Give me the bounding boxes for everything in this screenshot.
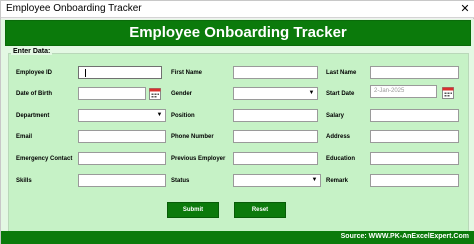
education-label: Education bbox=[326, 156, 356, 162]
skills-field[interactable] bbox=[78, 174, 166, 187]
previous-employer-label: Previous Employer bbox=[171, 156, 226, 162]
department-dropdown[interactable]: ▼ bbox=[78, 109, 166, 122]
last-name-label: Last Name bbox=[326, 70, 357, 76]
employee-id-field[interactable] bbox=[78, 66, 162, 79]
salary-field[interactable] bbox=[370, 109, 459, 122]
email-field[interactable] bbox=[78, 130, 166, 143]
status-label: Status bbox=[171, 178, 190, 184]
employee-id-label: Employee ID bbox=[16, 70, 53, 76]
submit-button[interactable]: Submit bbox=[167, 202, 219, 218]
remark-label: Remark bbox=[326, 178, 349, 184]
reset-button[interactable]: Reset bbox=[234, 202, 286, 218]
emergency-contact-field[interactable] bbox=[78, 152, 166, 165]
frame-legend: Enter Data: bbox=[11, 48, 53, 55]
status-dropdown[interactable]: ▼ bbox=[233, 174, 321, 187]
app-window: Employee Onboarding Tracker ✕ Employee O… bbox=[0, 0, 474, 244]
position-field[interactable] bbox=[233, 109, 318, 122]
title-bar: Employee Onboarding Tracker ✕ bbox=[1, 1, 474, 18]
date-of-birth-field[interactable] bbox=[78, 87, 146, 100]
emergency-contact-label: Emergency Contact bbox=[16, 156, 73, 162]
first-name-field[interactable] bbox=[233, 66, 318, 79]
address-label: Address bbox=[326, 134, 351, 140]
phone-number-field[interactable] bbox=[233, 130, 318, 143]
gender-label: Gender bbox=[171, 91, 193, 97]
remark-field[interactable] bbox=[370, 174, 459, 187]
first-name-label: First Name bbox=[171, 70, 203, 76]
last-name-field[interactable] bbox=[370, 66, 459, 79]
footer-bar: Source: WWW.PK-AnExcelExpert.Com bbox=[1, 231, 474, 244]
chevron-down-icon[interactable]: ▼ bbox=[307, 89, 316, 98]
source-credit: Source: WWW.PK-AnExcelExpert.Com bbox=[340, 233, 469, 240]
window-title: Employee Onboarding Tracker bbox=[6, 3, 142, 14]
previous-employer-field[interactable] bbox=[233, 152, 318, 165]
header-banner: Employee Onboarding Tracker bbox=[5, 20, 471, 46]
position-label: Position bbox=[171, 113, 195, 119]
education-field[interactable] bbox=[370, 152, 459, 165]
email-label: Email bbox=[16, 134, 33, 140]
start-date-calendar-icon[interactable] bbox=[442, 86, 454, 99]
close-icon[interactable]: ✕ bbox=[458, 3, 472, 15]
form-body: Employee Onboarding Tracker Enter Data: … bbox=[1, 19, 474, 244]
department-label: Department bbox=[16, 113, 50, 119]
skills-label: Skills bbox=[16, 178, 32, 184]
text-caret bbox=[85, 69, 86, 77]
chevron-down-icon[interactable]: ▼ bbox=[310, 176, 319, 185]
phone-number-label: Phone Number bbox=[171, 134, 214, 140]
start-date-field[interactable]: 2-Jan-2025 bbox=[370, 85, 437, 98]
date-of-birth-calendar-icon[interactable] bbox=[149, 87, 161, 100]
address-field[interactable] bbox=[370, 130, 459, 143]
chevron-down-icon[interactable]: ▼ bbox=[155, 111, 164, 120]
page-title: Employee Onboarding Tracker bbox=[129, 24, 347, 41]
start-date-label: Start Date bbox=[326, 91, 355, 97]
gender-dropdown[interactable]: ▼ bbox=[233, 87, 318, 100]
date-of-birth-label: Date of Birth bbox=[16, 91, 52, 97]
salary-label: Salary bbox=[326, 113, 345, 119]
